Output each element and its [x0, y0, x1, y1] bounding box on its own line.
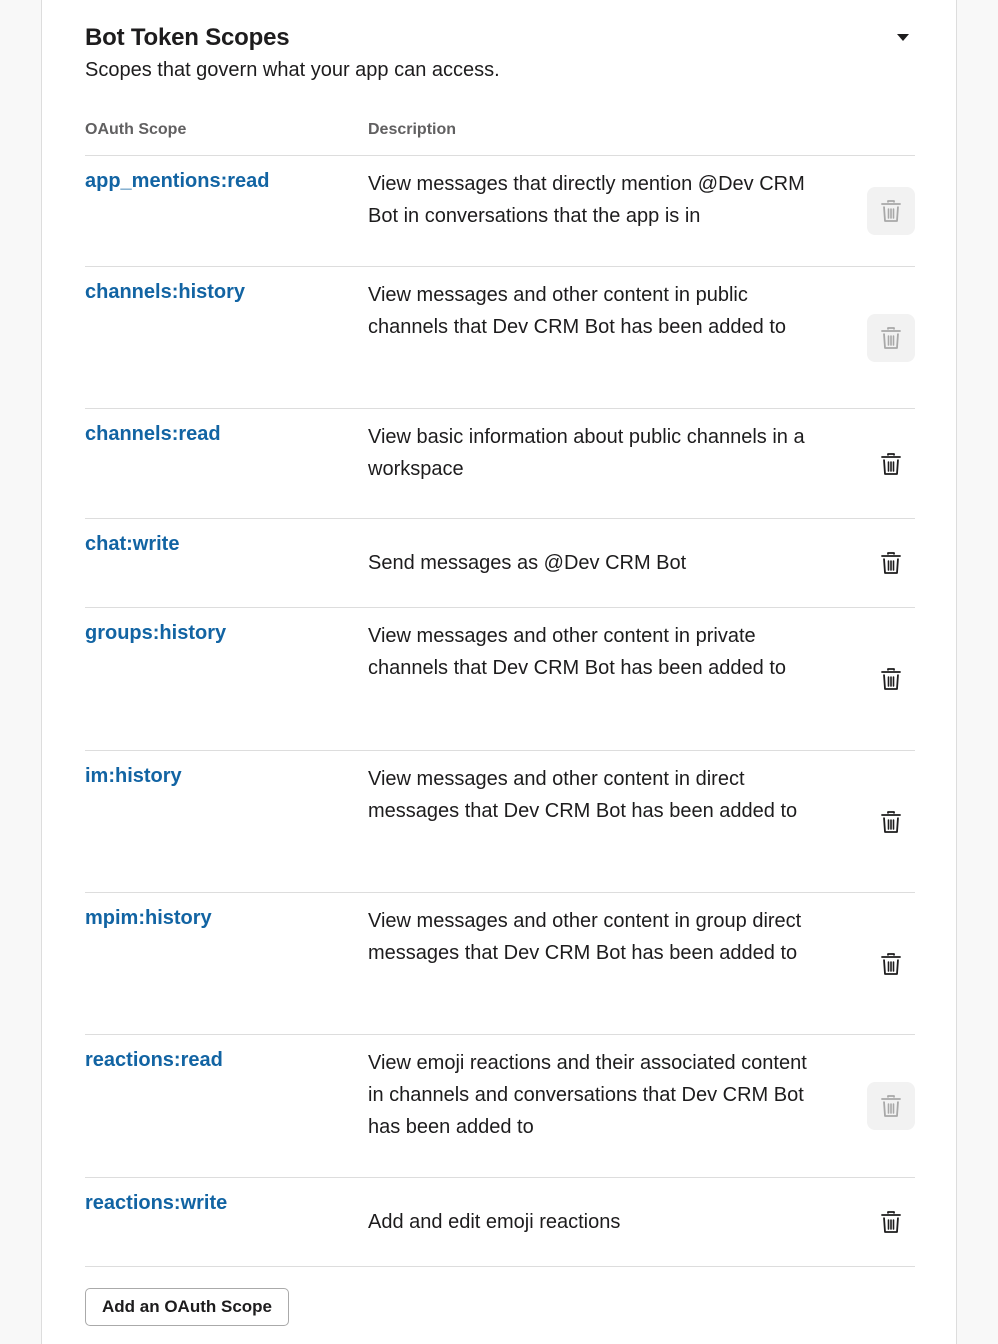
table-row: reactions:read View emoji reactions and t…: [85, 1035, 915, 1178]
delete-scope-button[interactable]: [867, 940, 915, 988]
scope-description: Add and edit emoji reactions: [368, 1211, 621, 1233]
scopes-table: app_mentions:read View messages that dire…: [85, 156, 915, 1267]
scope-link[interactable]: channels:read: [85, 423, 221, 446]
add-oauth-scope-button[interactable]: Add an OAuth Scope: [85, 1288, 289, 1326]
table-row: app_mentions:read View messages that dire…: [85, 156, 915, 267]
table-row: channels:history View messages and other …: [85, 267, 915, 409]
scope-link[interactable]: chat:write: [85, 533, 179, 556]
section-title: Bot Token Scopes: [85, 24, 290, 51]
scope-description: View messages and other content in priva…: [368, 625, 787, 679]
table-row: reactions:write Add and edit emoji reacti…: [85, 1178, 915, 1267]
scope-link[interactable]: groups:history: [85, 622, 226, 645]
trash-icon: [881, 200, 901, 222]
table-row: chat:write Send messages as @Dev CRM Bot: [85, 519, 915, 608]
delete-scope-button[interactable]: [867, 1198, 915, 1246]
delete-scope-button[interactable]: [867, 539, 915, 587]
delete-scope-button[interactable]: [867, 655, 915, 703]
scope-description: Send messages as @Dev CRM Bot: [368, 552, 687, 574]
scope-description: View basic information about public chan…: [368, 426, 805, 480]
table-row: mpim:history View messages and other cont…: [85, 893, 915, 1035]
delete-scope-button[interactable]: [867, 798, 915, 846]
trash-icon: [881, 552, 901, 574]
delete-scope-button[interactable]: [867, 187, 915, 235]
collapse-toggle-button[interactable]: [894, 28, 912, 46]
trash-icon: [881, 452, 901, 475]
scope-description: View emoji reactions and their associate…: [368, 1052, 807, 1138]
section-subtitle: Scopes that govern what your app can acc…: [85, 59, 500, 81]
trash-icon: [881, 326, 901, 349]
trash-icon: [881, 952, 901, 975]
scope-description: View messages and other content in direc…: [368, 768, 798, 822]
table-row: channels:read View basic information abou…: [85, 409, 915, 519]
trash-icon: [881, 810, 901, 833]
table-row: im:history View messages and other conten…: [85, 751, 915, 893]
scope-link[interactable]: app_mentions:read: [85, 170, 269, 193]
bot-token-scopes-card: Bot Token Scopes Scopes that govern what…: [41, 0, 957, 1344]
trash-icon: [881, 1095, 901, 1117]
scope-link[interactable]: im:history: [85, 765, 182, 788]
column-header-description: Description: [368, 121, 457, 138]
scope-link[interactable]: reactions:read: [85, 1049, 223, 1072]
scope-description: View messages that directly mention @Dev…: [368, 173, 805, 227]
table-row: groups:history View messages and other co…: [85, 608, 915, 751]
scope-link[interactable]: channels:history: [85, 281, 245, 304]
delete-scope-button[interactable]: [867, 440, 915, 488]
delete-scope-button[interactable]: [867, 1082, 915, 1130]
column-header-oauth-scope: OAuth Scope: [85, 121, 187, 138]
trash-icon: [881, 668, 901, 690]
scope-link[interactable]: reactions:write: [85, 1192, 227, 1215]
trash-icon: [881, 1211, 901, 1233]
scope-description: View messages and other content in publi…: [368, 284, 787, 338]
scope-description: View messages and other content in group…: [368, 910, 802, 964]
caret-down-icon: [897, 34, 909, 41]
delete-scope-button[interactable]: [867, 313, 915, 362]
scope-link[interactable]: mpim:history: [85, 907, 212, 930]
